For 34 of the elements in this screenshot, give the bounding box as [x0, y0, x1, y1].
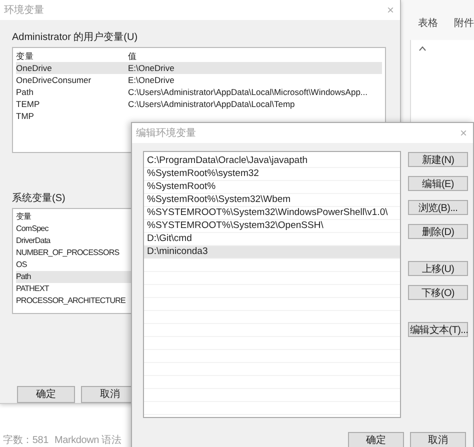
- path-item[interactable]: %SYSTEMROOT%\System32\OpenSSH\: [144, 220, 400, 233]
- dialog-button[interactable]: 取消: [410, 432, 466, 447]
- column-header: 变量: [16, 50, 35, 62]
- dialog-button[interactable]: 确定: [17, 386, 75, 403]
- window-title: 环境变量: [4, 4, 44, 17]
- table-row[interactable]: Path C:\Users\Administrator\AppData\Local\Microsoft\WindowsApp...: [16, 86, 382, 98]
- section-label: 系统变量(S): [12, 192, 66, 205]
- window-title: 编辑环境变量: [136, 126, 196, 140]
- dialog-button[interactable]: 下移(O): [408, 285, 468, 300]
- table-row[interactable]: TMP: [16, 110, 382, 122]
- path-item[interactable]: %SYSTEMROOT%\System32\WindowsPowerShell\v1.0\: [144, 207, 400, 220]
- table-row[interactable]: TEMP C:\Users\Administrator\AppData\Local\Temp: [16, 98, 382, 110]
- editor-mode: Markdown 语法: [54, 434, 122, 447]
- dialog-button[interactable]: 新建(N): [408, 152, 468, 167]
- table-row[interactable]: OneDriveConsumer E:\OneDrive: [16, 74, 382, 86]
- table-row[interactable]: OneDrive E:\OneDrive: [16, 62, 382, 74]
- word-count: 字数：581: [3, 434, 48, 447]
- dialog-button[interactable]: 确定: [348, 432, 404, 447]
- toolbar-tab[interactable]: 附件: [454, 16, 474, 30]
- path-item[interactable]: %SystemRoot%\system32: [144, 168, 400, 181]
- dialog-button[interactable]: 上移(U): [408, 261, 468, 276]
- toolbar-tab[interactable]: 表格: [418, 16, 438, 30]
- path-item[interactable]: %SystemRoot%\System32\Wbem: [144, 194, 400, 207]
- path-item[interactable]: %SystemRoot%: [144, 181, 400, 194]
- caret-up-icon[interactable]: [419, 46, 426, 51]
- dialog-button[interactable]: 删除(D): [408, 224, 468, 239]
- dialog-button[interactable]: 编辑文本(T)...: [408, 322, 468, 337]
- column-header: 值: [128, 50, 137, 62]
- section-label: Administrator 的用户变量(U): [12, 30, 138, 44]
- dialog-button[interactable]: 编辑(E): [408, 176, 468, 191]
- dialog-button[interactable]: 浏览(B)...: [408, 200, 468, 215]
- path-item[interactable]: D:\miniconda3: [144, 246, 400, 259]
- column-header: 变量: [16, 211, 32, 223]
- path-item[interactable]: C:\ProgramData\Oracle\Java\javapath: [144, 155, 400, 168]
